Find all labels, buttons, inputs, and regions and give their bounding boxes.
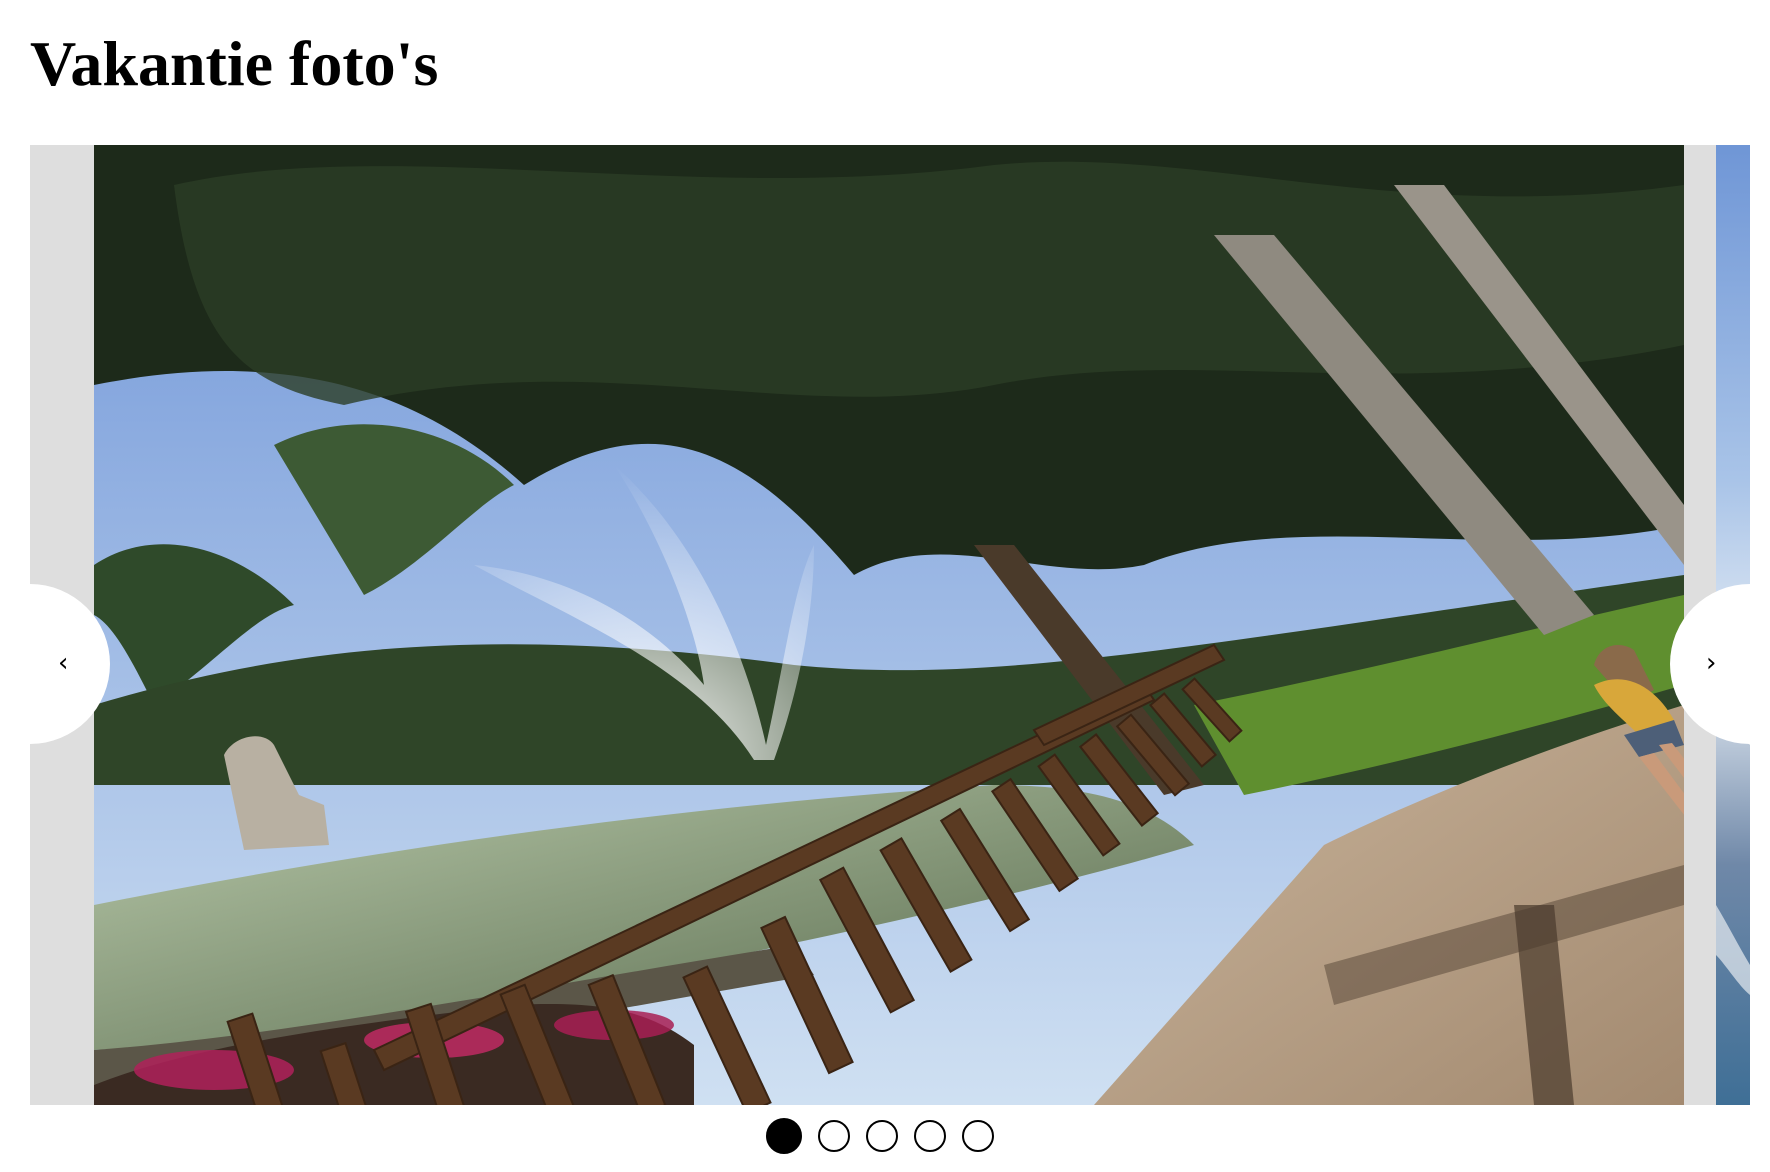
carousel-dot-3[interactable] [866,1120,898,1152]
carousel-pagination [766,1118,994,1154]
chevron-right-icon: › [1706,648,1717,678]
chevron-left-icon: ‹ [58,648,69,678]
carousel-dot-1[interactable] [766,1118,802,1154]
fountain-photo [94,145,1684,1105]
page-title: Vakantie foto's [30,28,439,99]
carousel-dot-4[interactable] [914,1120,946,1152]
carousel-dot-2[interactable] [818,1120,850,1152]
carousel-slide-current [94,145,1684,1105]
photo-carousel[interactable]: ‹ › [30,145,1750,1105]
carousel-dot-5[interactable] [962,1120,994,1152]
